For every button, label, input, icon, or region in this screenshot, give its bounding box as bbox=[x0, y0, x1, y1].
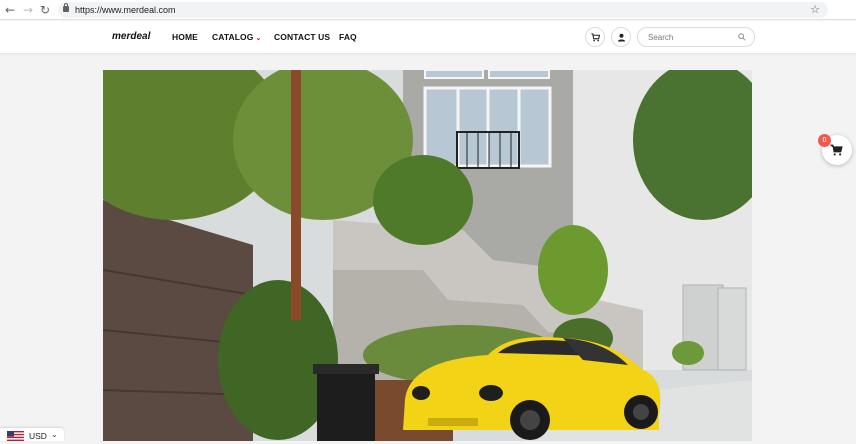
back-button[interactable]: ← bbox=[2, 2, 18, 18]
cart-icon bbox=[830, 144, 843, 156]
cart-count-badge: 0 bbox=[818, 134, 831, 147]
account-button[interactable] bbox=[611, 27, 631, 47]
chevron-down-icon: ⌄ bbox=[51, 430, 58, 439]
address-bar[interactable]: https://www.merdeal.com ☆ bbox=[58, 2, 828, 18]
currency-code: USD bbox=[29, 431, 47, 441]
lock-icon bbox=[63, 3, 69, 12]
search-box bbox=[637, 27, 755, 47]
browser-toolbar: ← → ↻ https://www.merdeal.com ☆ bbox=[0, 0, 856, 20]
site-header: merdeal HOME CATALOG ⌄ CONTACT US FAQ bbox=[0, 21, 856, 53]
us-flag-icon bbox=[7, 431, 24, 441]
forward-button[interactable]: → bbox=[20, 2, 36, 18]
url-text: https://www.merdeal.com bbox=[75, 5, 176, 15]
currency-selector[interactable]: USD ⌄ bbox=[0, 428, 64, 441]
hero-banner[interactable] bbox=[103, 70, 752, 441]
nav-catalog-label: CATALOG bbox=[212, 32, 254, 42]
cart-button[interactable] bbox=[585, 27, 605, 47]
search-input[interactable] bbox=[648, 28, 736, 46]
nav-contact-us[interactable]: CONTACT US bbox=[274, 21, 330, 53]
reload-button[interactable]: ↻ bbox=[37, 2, 53, 18]
cart-icon bbox=[591, 33, 600, 42]
chevron-down-icon: ⌄ bbox=[255, 35, 262, 42]
bookmark-star-icon[interactable]: ☆ bbox=[810, 2, 820, 18]
nav-catalog[interactable]: CATALOG ⌄ bbox=[212, 21, 261, 55]
user-icon bbox=[617, 33, 626, 42]
site-logo[interactable]: merdeal bbox=[112, 21, 150, 53]
nav-home[interactable]: HOME bbox=[172, 21, 198, 53]
nav-faq[interactable]: FAQ bbox=[339, 21, 357, 53]
hero-photo bbox=[103, 70, 752, 441]
search-icon[interactable] bbox=[738, 33, 746, 41]
